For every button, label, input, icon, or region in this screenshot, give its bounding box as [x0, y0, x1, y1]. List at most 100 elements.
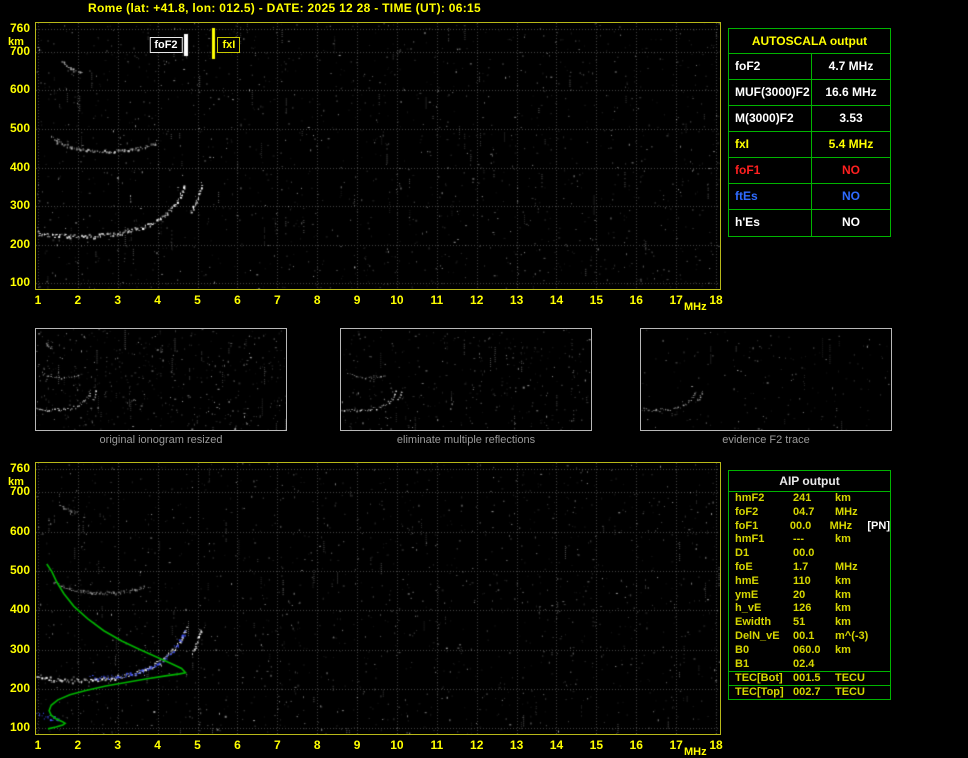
x-tick-label: 11: [430, 738, 444, 752]
aip-unit: km: [835, 602, 851, 615]
x-tick-label: 18: [709, 293, 723, 307]
autoscala-table-header: AUTOSCALA output: [729, 29, 890, 54]
autoscala-row-MUF(3000)F2: MUF(3000)F2 16.6 MHz: [729, 80, 890, 106]
x-tick-label: 18: [709, 738, 723, 752]
thumbnail-canvas-original: [36, 329, 286, 430]
x-tick-label: 17: [669, 293, 683, 307]
aip-note: [875, 589, 890, 603]
y-tick-label: 600: [9, 82, 30, 97]
autoscala-output-table: AUTOSCALA output foF2 4.7 MHz MUF(3000)F2 1…: [728, 28, 891, 237]
aip-value: ---: [793, 533, 804, 546]
x-axis-unit-top: MHz: [684, 301, 707, 313]
aip-unit: MHz: [829, 519, 853, 532]
aip-row-TEC[Top]: TEC[Top] 002.7 TECU: [729, 685, 890, 699]
aip-unit: TECU: [835, 686, 865, 699]
aip-row-B0: B0 060.0 km: [729, 644, 890, 658]
x-tick-label: 10: [390, 738, 404, 752]
autoscala-param: MUF(3000)F2: [729, 80, 812, 105]
thumbnail-caption-reflections: eliminate multiple reflections: [396, 434, 536, 446]
aip-param: foF1: [735, 519, 759, 532]
aip-unit: TECU: [835, 672, 865, 685]
x-tick-label: 3: [114, 738, 122, 752]
aip-unit: km: [835, 588, 851, 601]
aip-value: 060.0: [793, 643, 821, 656]
ionogram-plot-top: [35, 22, 721, 290]
aip-row-h_vE: h_vE 126 km: [729, 602, 890, 616]
ionogram-canvas-bottom: [36, 463, 720, 734]
aip-row-hmF1: hmF1 --- km: [729, 533, 890, 547]
x-tick-label: 16: [629, 293, 643, 307]
autoscala-param: h'Es: [729, 210, 812, 236]
x-tick-label: 17: [669, 738, 683, 752]
aip-param: hmF2: [735, 492, 765, 504]
y-tick-label: 100: [9, 275, 30, 290]
autoscala-value: 5.4 MHz: [828, 137, 874, 151]
aip-row-D1: D1 00.0: [729, 547, 890, 561]
aip-unit: km: [835, 616, 851, 629]
aip-note: [875, 644, 890, 658]
autoscala-table-body: foF2 4.7 MHz MUF(3000)F2 16.6 MHz M(3000)F2 3…: [729, 54, 890, 236]
autoscala-row-fxI: fxI 5.4 MHz: [729, 132, 890, 158]
aip-value: 04.7: [793, 505, 815, 518]
x-tick-label: 8: [313, 738, 321, 752]
aip-param: hmE: [735, 574, 759, 587]
y-tick-label: 500: [9, 121, 30, 135]
x-tick-label: 16: [629, 738, 643, 752]
aip-note: [875, 492, 890, 506]
y-tick-label: 400: [9, 602, 30, 617]
aip-param: TEC[Bot]: [735, 672, 783, 685]
x-tick-label: 6: [234, 738, 241, 752]
aip-param: h_vE: [735, 602, 762, 615]
aip-value: 02.4: [793, 657, 815, 670]
aip-value: 51: [793, 616, 806, 629]
fof2-marker-label: foF2: [149, 37, 183, 53]
aip-unit: [835, 658, 875, 672]
y-tick-label: 200: [9, 236, 30, 251]
x-tick-label: 11: [430, 293, 444, 307]
autoscala-row-ftEs: ftEs NO: [729, 184, 890, 210]
x-tick-label: 9: [353, 293, 361, 307]
x-tick-label: 12: [470, 738, 484, 752]
thumbnail-canvas-evidence: [641, 329, 891, 430]
aip-row-DelN_vE: DelN_vE 00.1 m^(-3): [729, 630, 890, 644]
x-tick-label: 5: [194, 738, 201, 752]
y-tick-label: 200: [9, 680, 30, 695]
aip-unit: MHz: [835, 505, 858, 518]
aip-value: 00.0: [789, 519, 812, 532]
y-tick-label: 300: [9, 641, 30, 656]
x-tick-label: 10: [390, 293, 404, 307]
aip-row-foF1: foF1 00.0 MHz [PN]: [729, 520, 890, 534]
thumbnail-caption-evidence: evidence F2 trace: [722, 434, 810, 446]
x-axis-unit-bottom: MHz: [684, 746, 707, 758]
x-tick-label: 4: [154, 738, 161, 752]
x-tick-label: 5: [194, 293, 201, 307]
autoscala-param: M(3000)F2: [729, 106, 812, 131]
aip-param: B0: [735, 643, 750, 656]
x-tick-label: 7: [273, 293, 281, 307]
aip-note: [875, 630, 890, 644]
x-tick-label: 1: [34, 738, 42, 752]
y-tick-label: 600: [9, 523, 30, 538]
page-title: Rome (lat: +41.8, lon: 012.5) - DATE: 20…: [88, 1, 481, 15]
aip-note: [875, 533, 890, 547]
aip-table-body: hmF2 241 km foF2 04.7 MHz foF1 00.0 MHz [PN] hmF1 -…: [729, 492, 890, 699]
aip-row-hmE: hmE 110 km: [729, 575, 890, 589]
aip-unit: km: [835, 643, 851, 656]
ionogram-plot-bottom: [35, 462, 721, 735]
x-tick-label: 1: [34, 293, 42, 307]
x-tick-label: 13: [509, 738, 524, 752]
aip-param: TEC[Top]: [735, 686, 784, 699]
aip-note: [875, 672, 890, 685]
aip-param: Ewidth: [735, 616, 772, 629]
aip-row-Ewidth: Ewidth 51 km: [729, 616, 890, 630]
aip-note: [875, 561, 890, 575]
aip-param: B1: [735, 657, 750, 670]
y-tick-label: 700: [9, 484, 30, 499]
x-tick-label: 13: [509, 293, 524, 307]
autoscala-value: NO: [842, 189, 860, 203]
autoscala-param: foF2: [729, 54, 812, 79]
thumbnail-original-ionogram: [35, 328, 287, 431]
y-tick-label: 100: [9, 720, 30, 735]
fxi-marker-label: fxI: [217, 37, 241, 53]
x-tick-label: 4: [154, 293, 161, 307]
